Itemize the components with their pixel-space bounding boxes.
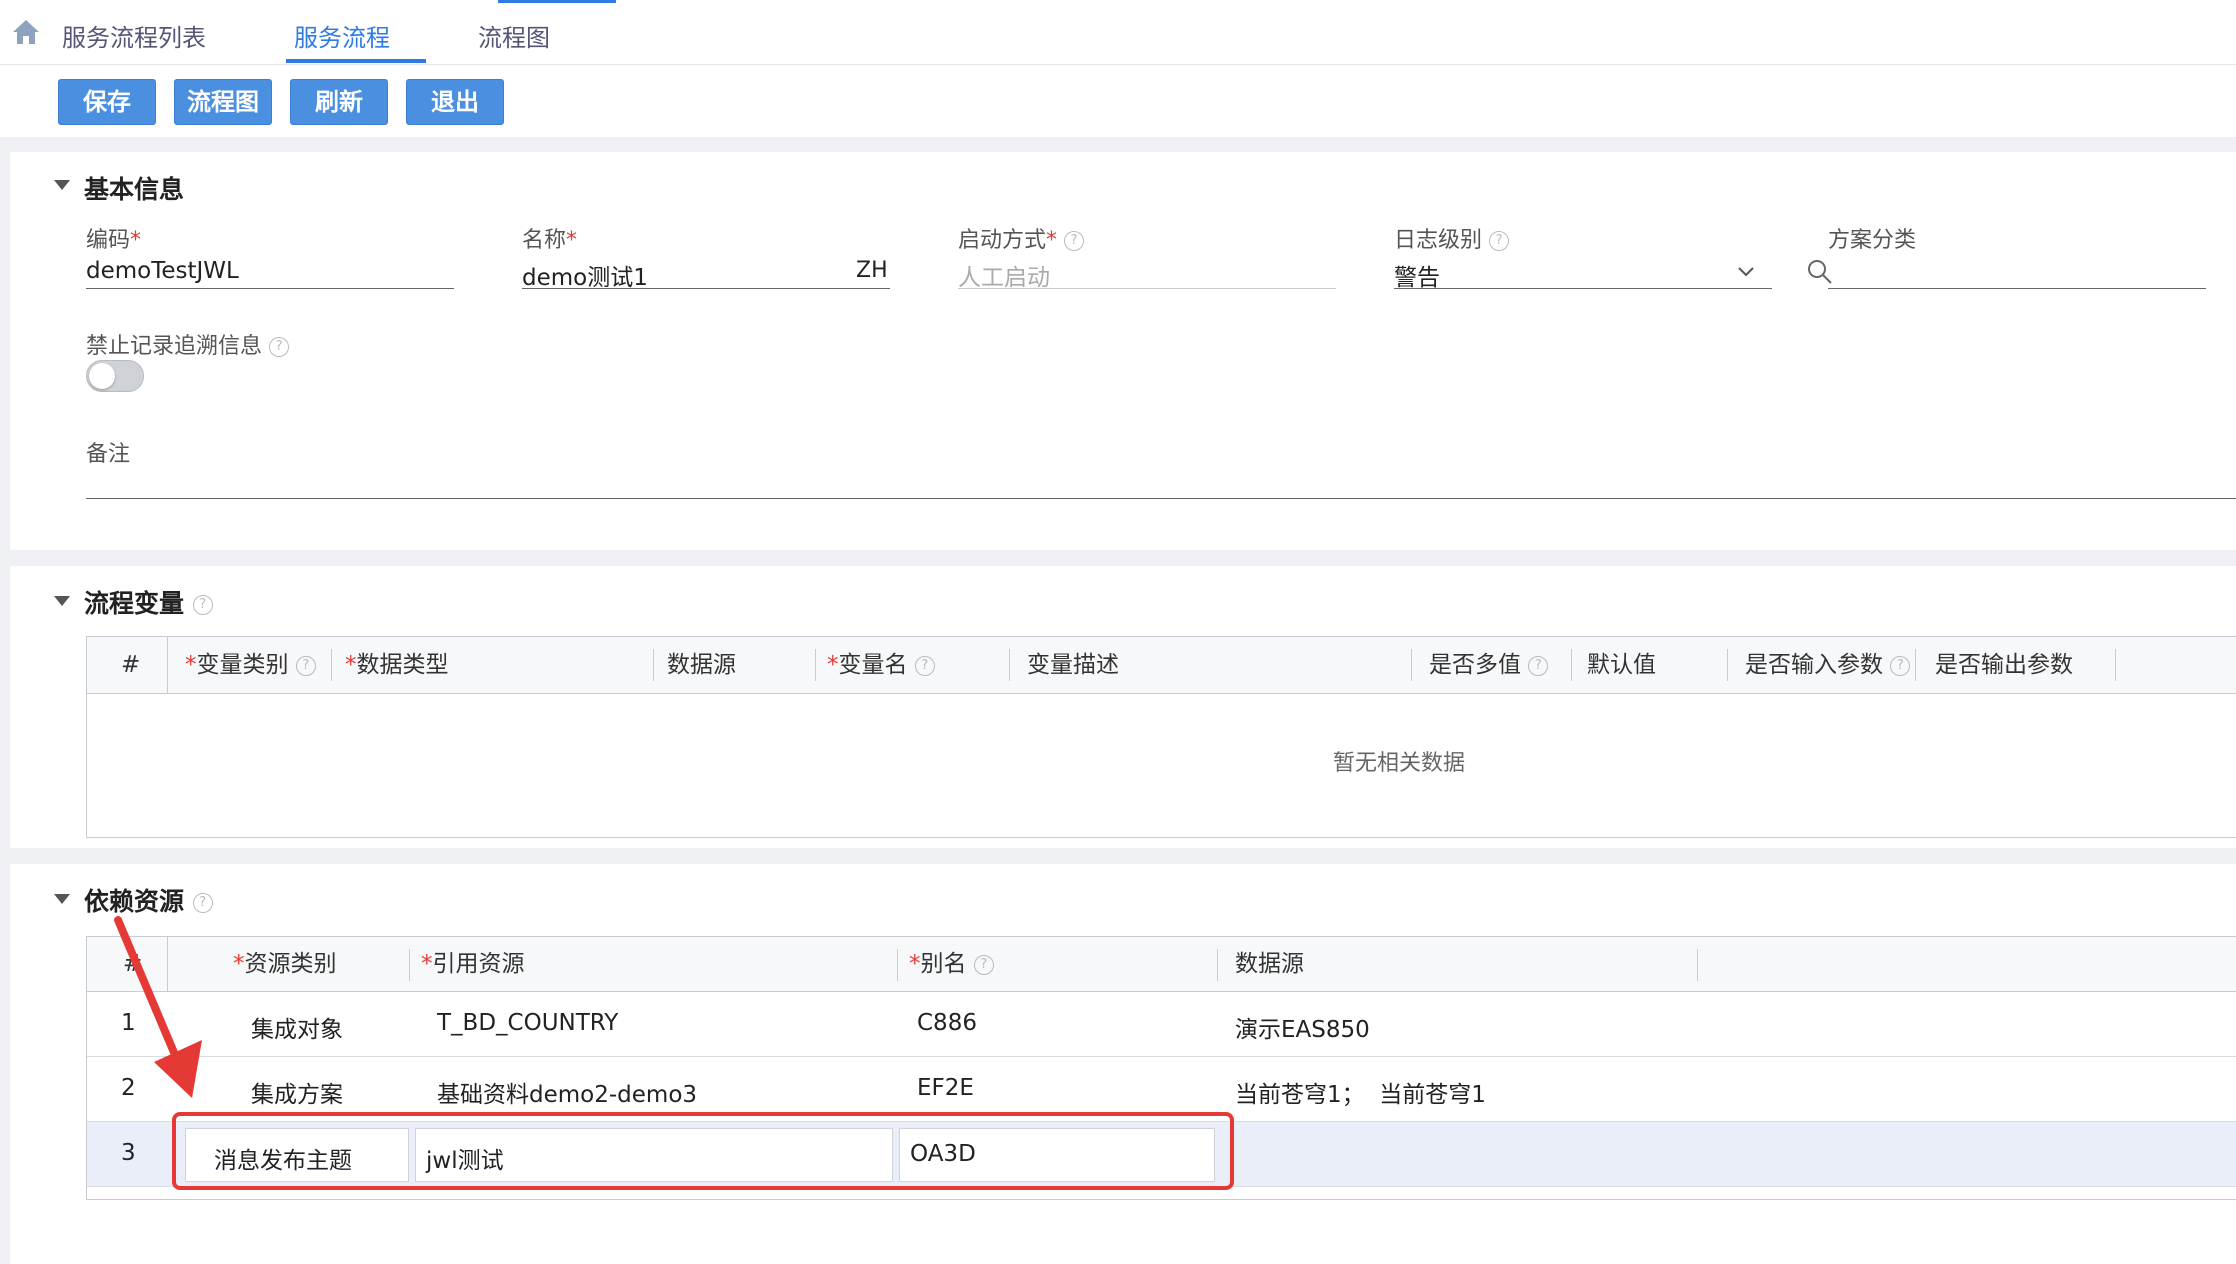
col-divider [897, 949, 898, 981]
start-mode-underline [958, 288, 1336, 289]
col-divider [2115, 649, 2116, 681]
help-icon: ? [1890, 655, 1911, 676]
scheme-category-underline [1828, 288, 2206, 289]
disable-trace-label: 禁止记录追溯信息 ? [86, 328, 290, 360]
basic-info-title: 基本信息 [84, 175, 185, 204]
code-input[interactable]: demoTestJWL [86, 258, 239, 284]
active-tab-underline [286, 59, 426, 63]
col-data-type: *数据类型 [345, 652, 449, 678]
collapse-caret-icon[interactable] [54, 180, 70, 190]
col-divider [167, 637, 168, 693]
toggle-knob [89, 363, 115, 389]
alias-cell[interactable]: C886 [917, 1010, 977, 1036]
name-underline [522, 288, 890, 289]
col-resource-type: *资源类别 [233, 951, 337, 977]
help-icon: ? [295, 655, 316, 676]
col-divider [409, 949, 410, 981]
log-level-select[interactable]: 警告 [1394, 258, 1440, 292]
tab-flow-list[interactable]: 服务流程列表 [62, 18, 206, 53]
alias-cell[interactable]: EF2E [917, 1075, 974, 1101]
help-icon: ? [192, 893, 213, 913]
exit-button[interactable]: 退出 [406, 79, 504, 125]
col-alias: *别名 ? [909, 937, 994, 991]
chevron-down-icon[interactable] [1736, 264, 1756, 278]
col-divider [1571, 649, 1572, 681]
code-label: 编码* [86, 228, 142, 253]
resource-type-cell[interactable]: 集成对象 [251, 1010, 343, 1044]
start-mode-field: 人工启动 [958, 265, 1050, 291]
col-data-source: 数据源 [667, 652, 736, 678]
ref-resource-cell[interactable]: 基础资料demo2-demo3 [437, 1075, 697, 1109]
name-label: 名称* [522, 228, 578, 253]
help-icon: ? [1528, 655, 1549, 676]
variables-table: # *变量类别 ? *数据类型 数据源 *变量名 ? 变量描述 是否多值 ? 默… [86, 636, 2236, 838]
tab-service-flow[interactable]: 服务流程 [294, 18, 390, 53]
col-divider [1411, 649, 1412, 681]
tab-top-indicator [498, 0, 616, 3]
col-divider [1727, 649, 1728, 681]
start-mode-label: 启动方式* ? [958, 222, 1085, 254]
collapse-caret-icon[interactable] [54, 894, 70, 904]
col-ref-resource: *引用资源 [421, 951, 525, 977]
help-icon: ? [914, 655, 935, 676]
annotation-highlight-box [172, 1112, 1234, 1190]
help-icon: ? [973, 954, 994, 975]
col-var-category: *变量类别 ? [185, 637, 316, 693]
col-divider [653, 649, 654, 681]
resources-table-header: # *资源类别 *引用资源 *别名 ? 数据源 [87, 937, 2236, 992]
col-var-desc: 变量描述 [1027, 652, 1119, 678]
flow-variables-title: 流程变量 ? [84, 584, 213, 620]
col-index: # [121, 652, 141, 678]
help-icon: ? [1489, 231, 1510, 251]
tab-flowchart[interactable]: 流程图 [478, 18, 550, 53]
col-is-input: 是否输入参数 ? [1745, 637, 1911, 693]
log-level-underline [1394, 288, 1772, 289]
help-icon: ? [269, 337, 290, 357]
save-button[interactable]: 保存 [58, 79, 156, 125]
data-source-cell[interactable]: 演示EAS850 [1235, 1010, 1370, 1044]
ref-resource-cell[interactable]: T_BD_COUNTRY [437, 1010, 618, 1036]
help-icon: ? [1064, 231, 1085, 251]
col-is-output: 是否输出参数 [1935, 652, 2073, 678]
col-divider [1217, 949, 1218, 981]
language-switch[interactable]: ZH [856, 258, 888, 283]
table-row[interactable]: 1 集成对象 T_BD_COUNTRY C886 演示EAS850 [87, 992, 2236, 1057]
col-divider [1915, 649, 1916, 681]
col-divider [1697, 949, 1698, 981]
name-input[interactable]: demo测试1 [522, 258, 648, 292]
dependent-resources-panel: 依赖资源 ? # *资源类别 *引用资源 *别名 ? 数据源 1 集成对象 T_… [10, 864, 2236, 1264]
flow-variables-panel: 流程变量 ? # *变量类别 ? *数据类型 数据源 *变量名 ? 变量描述 是… [10, 566, 2236, 848]
col-var-name: *变量名 ? [827, 637, 935, 693]
resource-type-cell[interactable]: 集成方案 [251, 1075, 343, 1109]
flowchart-button[interactable]: 流程图 [174, 79, 272, 125]
tab-bar: 服务流程列表 服务流程 流程图 [0, 0, 2236, 65]
col-default-value: 默认值 [1587, 652, 1656, 678]
scheme-category-label: 方案分类 [1828, 228, 1917, 253]
log-level-label: 日志级别 ? [1394, 222, 1510, 254]
col-multi-value: 是否多值 ? [1429, 637, 1549, 693]
code-underline [86, 288, 454, 289]
col-divider [1009, 649, 1010, 681]
variables-table-header: # *变量类别 ? *数据类型 数据源 *变量名 ? 变量描述 是否多值 ? 默… [87, 637, 2236, 694]
remark-input[interactable] [86, 498, 2236, 499]
help-icon: ? [192, 595, 213, 615]
col-data-source: 数据源 [1235, 951, 1304, 977]
row-index: 3 [121, 1140, 136, 1166]
basic-info-panel: 基本信息 编码* demoTestJWL 名称* demo测试1 ZH 启动方式… [10, 152, 2236, 550]
collapse-caret-icon[interactable] [54, 596, 70, 606]
remark-label: 备注 [86, 442, 131, 467]
empty-state-text: 暂无相关数据 [1333, 751, 1466, 776]
refresh-button[interactable]: 刷新 [290, 79, 388, 125]
toolbar: 保存 流程图 刷新 退出 [0, 65, 2236, 137]
data-source-cell[interactable]: 当前苍穹1； 当前苍穹1 [1235, 1075, 1486, 1109]
col-divider [815, 649, 816, 681]
home-icon[interactable] [10, 16, 42, 48]
col-divider [331, 649, 332, 681]
annotation-arrow-icon [114, 916, 202, 1098]
disable-trace-toggle[interactable] [86, 360, 144, 392]
search-icon[interactable] [1806, 258, 1834, 286]
